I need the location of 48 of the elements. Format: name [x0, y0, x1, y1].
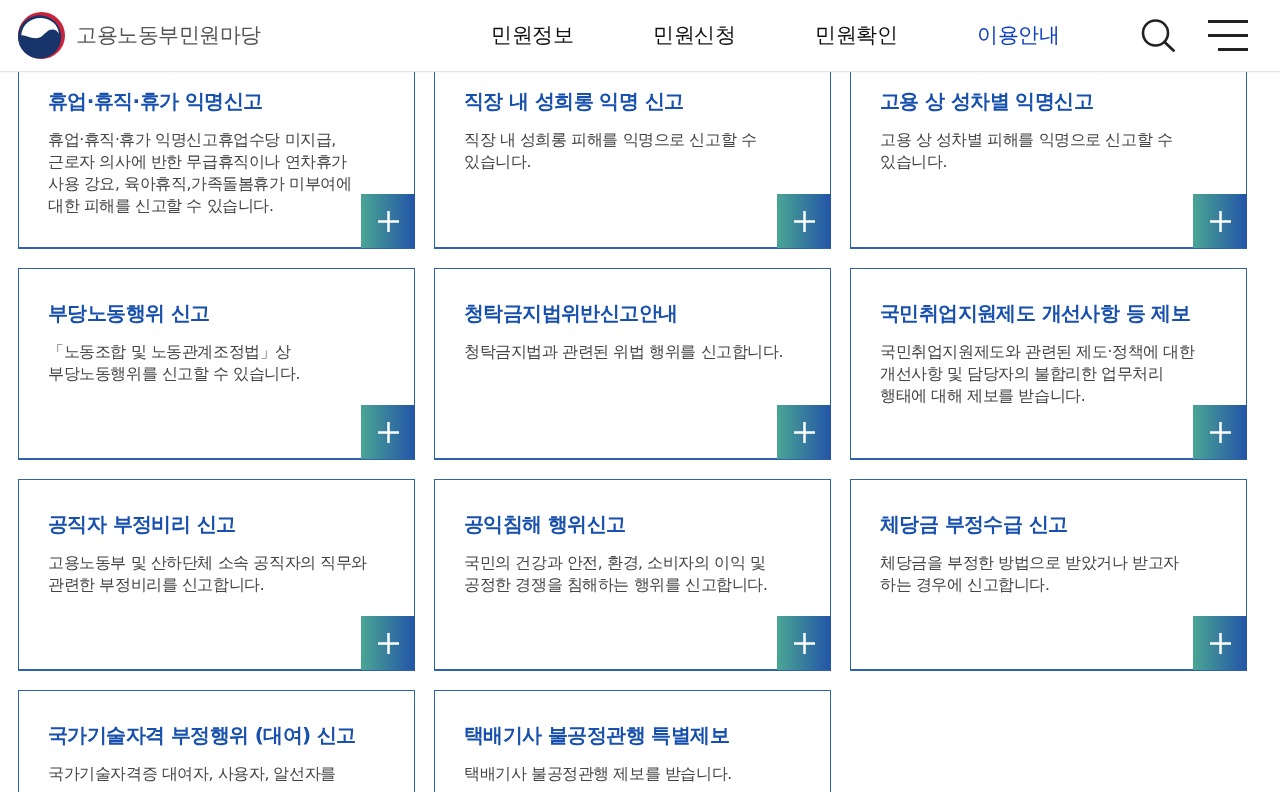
- card-description: 국민취업지원제도와 관련된 제도·정책에 대한 개선사항 및 담당자의 불합리한 업무처리 행태에 대해 제보를 받습니다.: [880, 342, 1196, 407]
- nav-link[interactable]: 민원확인: [775, 21, 937, 50]
- card-title[interactable]: 부당노동행위 신고: [48, 300, 394, 326]
- plus-icon: [793, 421, 815, 443]
- plus-icon: [793, 632, 815, 654]
- menu-icon[interactable]: [1208, 20, 1248, 51]
- more-button[interactable]: [1193, 194, 1247, 248]
- card-title[interactable]: 국민취업지원제도 개선사항 등 제보: [880, 300, 1226, 326]
- more-button[interactable]: [777, 405, 831, 459]
- emblem-logo-icon: [18, 12, 65, 59]
- more-button[interactable]: [361, 405, 415, 459]
- plus-icon: [1209, 421, 1231, 443]
- more-button[interactable]: [777, 194, 831, 248]
- search-icon[interactable]: [1141, 19, 1175, 52]
- card-description: 체당금을 부정한 방법으로 받았거나 받고자 하는 경우에 신고합니다.: [880, 553, 1180, 596]
- more-button[interactable]: [777, 616, 831, 670]
- card-title[interactable]: 체당금 부정수급 신고: [880, 511, 1226, 537]
- card-description: 「노동조합 및 노동관계조정법」상 부당노동행위를 신고할 수 있습니다.: [48, 342, 302, 385]
- more-button[interactable]: [361, 194, 415, 248]
- plus-icon: [793, 210, 815, 232]
- more-button[interactable]: [1193, 616, 1247, 670]
- plus-icon: [377, 421, 399, 443]
- card-title[interactable]: 택배기사 불공정관행 특별제보: [464, 722, 810, 748]
- card-title[interactable]: 공익침해 행위신고: [464, 511, 810, 537]
- card-description: 국민의 건강과 안전, 환경, 소비자의 이익 및 공정한 경쟁을 침해하는 행위를 신고합니다.: [464, 553, 769, 596]
- plus-icon: [377, 632, 399, 654]
- card-description: 직장 내 성희롱 피해를 익명으로 신고할 수 있습니다.: [464, 130, 758, 173]
- card-title[interactable]: 고용 상 성차별 익명신고: [880, 88, 1226, 114]
- nav-link[interactable]: 이용안내: [937, 21, 1099, 50]
- plus-icon: [1209, 632, 1231, 654]
- plus-icon: [377, 210, 399, 232]
- nav-link[interactable]: 민원신청: [613, 21, 775, 50]
- plus-icon: [1209, 210, 1231, 232]
- card-title[interactable]: 국가기술자격 부정행위 (대여) 신고: [48, 722, 394, 748]
- card-title[interactable]: 공직자 부정비리 신고: [48, 511, 394, 537]
- card-title[interactable]: 청탁금지법위반신고안내: [464, 300, 810, 326]
- card-description: 택배기사 불공정관행 제보를 받습니다.: [464, 764, 733, 785]
- more-button[interactable]: [361, 616, 415, 670]
- card-title[interactable]: 직장 내 성희롱 익명 신고: [464, 88, 810, 114]
- card-description: 고용 상 성차별 피해를 익명으로 신고할 수 있습니다.: [880, 130, 1174, 173]
- card-title[interactable]: 휴업·휴직·휴가 익명신고: [48, 88, 394, 114]
- site-logo-text[interactable]: 고용노동부민원마당: [76, 22, 261, 49]
- card-description: 국가기술자격증 대여자, 사용자, 알선자를: [48, 764, 337, 785]
- card-description: 청탁금지법과 관련된 위법 행위를 신고합니다.: [464, 342, 785, 363]
- card-description: 휴업·휴직·휴가 익명신고휴업수당 미지급, 근로자 의사에 반한 무급휴직이나 연차휴가 사용 강요, 육아휴직,가족돌봄휴가 미부여에 대한 피해를 신고할 수 있습니다.: [48, 130, 353, 217]
- more-button[interactable]: [1193, 405, 1247, 459]
- card-description: 고용노동부 및 산하단체 소속 공직자의 직무와 관련한 부정비리를 신고합니다.: [48, 553, 369, 596]
- nav-link[interactable]: 민원정보: [451, 21, 613, 50]
